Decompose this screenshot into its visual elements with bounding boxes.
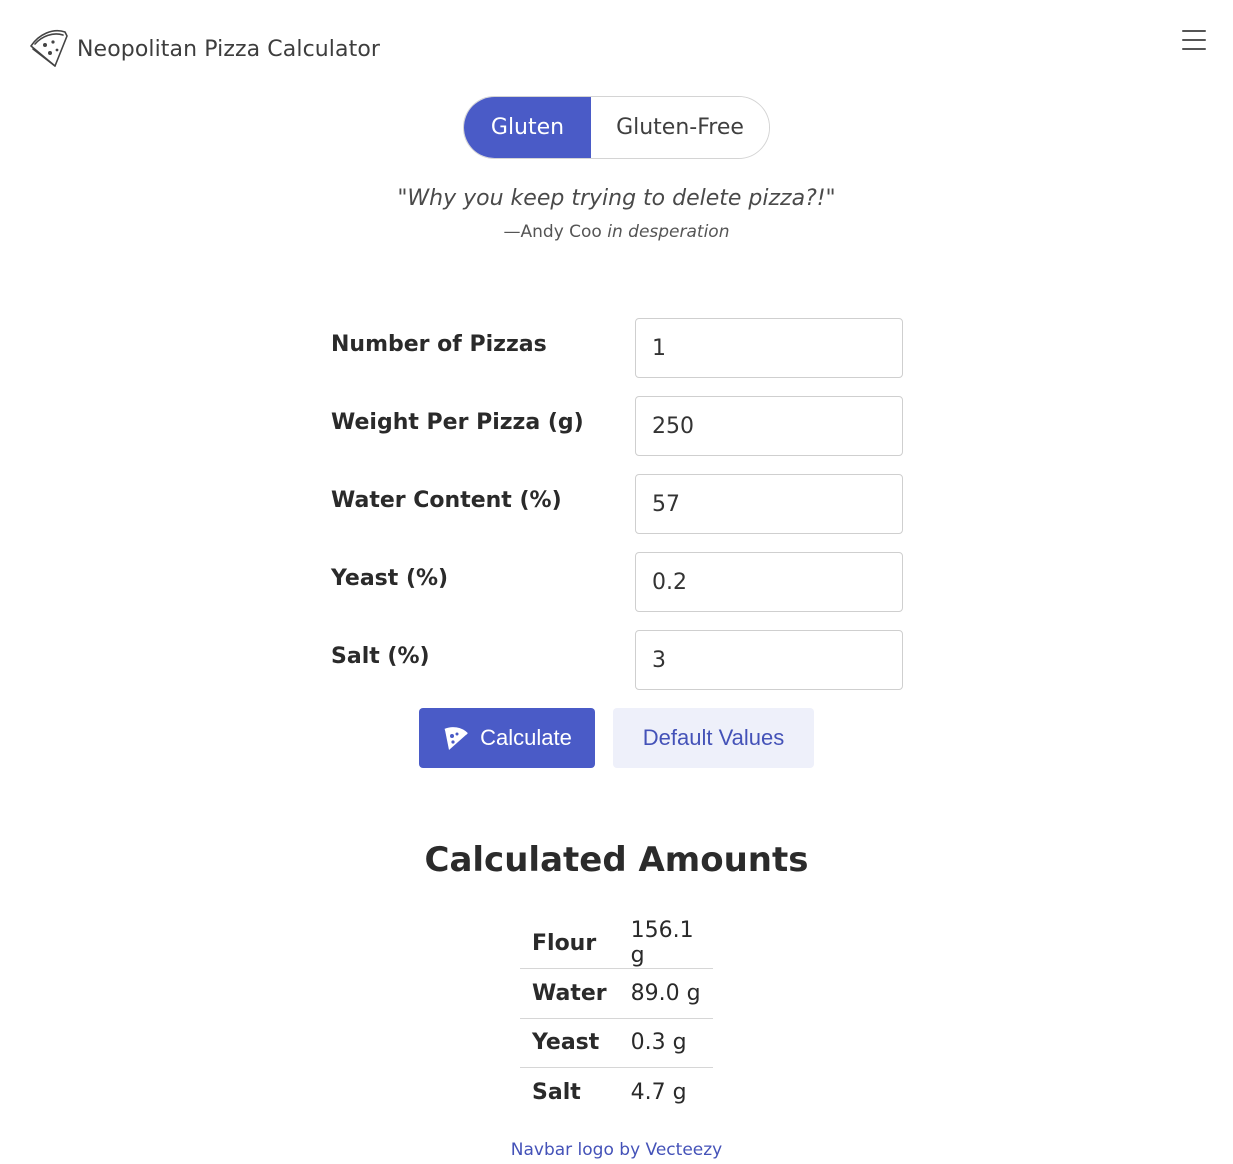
default-values-button[interactable]: Default Values: [613, 708, 814, 768]
hamburger-line: [1182, 48, 1206, 50]
result-value: 0.3 g: [618, 1017, 713, 1068]
result-value: 4.7 g: [618, 1067, 713, 1117]
quote-context: in desperation: [607, 222, 730, 242]
form-row-salt: Salt (%): [331, 630, 903, 690]
pizza-slice-icon: [444, 727, 469, 750]
results-title: Calculated Amounts: [424, 840, 809, 880]
result-label: Flour: [532, 930, 597, 956]
weight-per-pizza-input[interactable]: [635, 396, 903, 456]
hamburger-menu-icon[interactable]: [1176, 26, 1212, 54]
table-row: Flour 156.1 g: [520, 918, 713, 969]
table-row: Water 89.0 g: [520, 968, 713, 1018]
result-value: 89.0 g: [618, 968, 713, 1018]
gluten-mode-toggle: Gluten Gluten-Free: [463, 96, 770, 159]
salt-input[interactable]: [635, 630, 903, 690]
form-row-weight-per-pizza: Weight Per Pizza (g): [331, 396, 903, 456]
yeast-input[interactable]: [635, 552, 903, 612]
salt-label: Salt (%): [331, 644, 430, 669]
number-of-pizzas-input[interactable]: [635, 318, 903, 378]
quote-text: "Why you keep trying to delete pizza?!": [397, 186, 836, 211]
hamburger-line: [1182, 39, 1206, 41]
number-of-pizzas-label: Number of Pizzas: [331, 332, 547, 357]
navbar-brand[interactable]: Neopolitan Pizza Calculator: [25, 26, 380, 72]
pizza-slice-icon: [30, 30, 68, 67]
quote-attribution: —Andy Coo in desperation: [0, 222, 1233, 242]
weight-per-pizza-label: Weight Per Pizza (g): [331, 410, 584, 435]
toggle-gluten-free[interactable]: Gluten-Free: [591, 97, 769, 158]
results-table: Flour 156.1 g Water 89.0 g Yeast 0.3 g S…: [520, 918, 713, 1117]
water-content-input[interactable]: [635, 474, 903, 534]
calculate-button[interactable]: Calculate: [419, 708, 595, 768]
form-row-number-of-pizzas: Number of Pizzas: [331, 318, 903, 378]
hamburger-line: [1182, 30, 1206, 32]
yeast-label: Yeast (%): [331, 566, 449, 591]
navbar: Neopolitan Pizza Calculator: [0, 0, 1233, 96]
result-label: Yeast: [520, 1017, 619, 1068]
result-label: Water: [520, 968, 619, 1018]
footer-credit-link[interactable]: Navbar logo by Vecteezy: [0, 1140, 1233, 1160]
default-values-label: Default Values: [642, 725, 785, 750]
form-row-yeast: Yeast (%): [331, 552, 903, 612]
calculate-button-label: Calculate: [480, 725, 572, 750]
navbar-title: Neopolitan Pizza Calculator: [77, 36, 381, 62]
toggle-gluten[interactable]: Gluten: [464, 97, 591, 158]
table-row: Yeast 0.3 g: [520, 1017, 713, 1068]
result-value: 156.1 g: [630, 918, 694, 968]
form-row-water-content: Water Content (%): [331, 474, 903, 534]
quote-author: —Andy Coo: [503, 222, 602, 242]
table-row: Salt 4.7 g: [520, 1067, 713, 1117]
result-label: Salt: [520, 1067, 619, 1117]
water-content-label: Water Content (%): [331, 488, 562, 513]
